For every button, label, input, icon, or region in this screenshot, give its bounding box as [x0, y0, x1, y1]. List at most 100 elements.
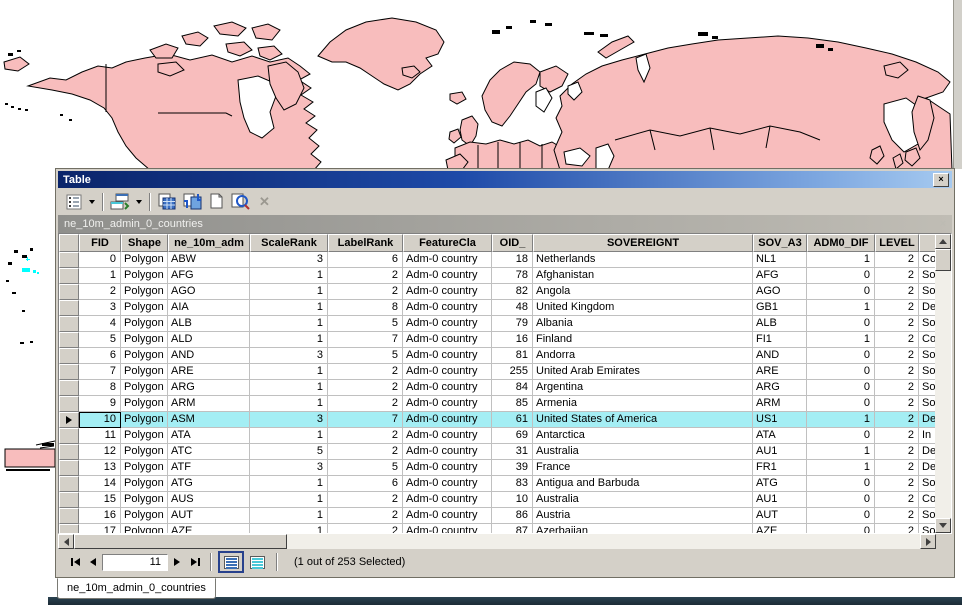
vertical-scrollbar[interactable]: [935, 234, 951, 533]
cell[interactable]: 1: [807, 460, 875, 476]
cell[interactable]: 0: [807, 364, 875, 380]
cell[interactable]: ARE: [753, 364, 807, 380]
cell[interactable]: Adm-0 country: [403, 364, 492, 380]
cell[interactable]: 1: [250, 428, 328, 444]
cell[interactable]: 69: [492, 428, 533, 444]
row-header[interactable]: [59, 284, 79, 300]
cell[interactable]: So: [919, 476, 935, 492]
cell[interactable]: 2: [328, 524, 403, 533]
cell[interactable]: 12: [79, 444, 121, 460]
cell[interactable]: AUS: [168, 492, 250, 508]
column-header-LEVEL[interactable]: LEVEL: [875, 234, 919, 252]
cell[interactable]: 1: [250, 508, 328, 524]
cell[interactable]: Polygon: [121, 284, 168, 300]
cell[interactable]: De: [919, 412, 935, 428]
cell[interactable]: Polygon: [121, 316, 168, 332]
cell[interactable]: Adm-0 country: [403, 492, 492, 508]
scroll-down-button[interactable]: [935, 518, 951, 533]
related-tables-dropdown-icon[interactable]: [136, 200, 142, 204]
show-all-records-button[interactable]: [218, 551, 244, 573]
table-options-button[interactable]: [63, 191, 85, 213]
cell[interactable]: ARM: [168, 396, 250, 412]
cell[interactable]: AZE: [168, 524, 250, 533]
cell[interactable]: Polygon: [121, 268, 168, 284]
last-record-button[interactable]: [186, 553, 204, 571]
cell[interactable]: FI1: [753, 332, 807, 348]
cell[interactable]: United Arab Emirates: [533, 364, 753, 380]
cell[interactable]: ATG: [753, 476, 807, 492]
cell[interactable]: 2: [875, 252, 919, 268]
cell[interactable]: Adm-0 country: [403, 428, 492, 444]
cell[interactable]: ATA: [753, 428, 807, 444]
cell[interactable]: 0: [807, 284, 875, 300]
cell[interactable]: 0: [807, 524, 875, 533]
cell[interactable]: 2: [875, 268, 919, 284]
cell[interactable]: AU1: [753, 444, 807, 460]
cell[interactable]: ALD: [168, 332, 250, 348]
cell[interactable]: 3: [250, 348, 328, 364]
cell[interactable]: 1: [250, 396, 328, 412]
cell[interactable]: 2: [875, 476, 919, 492]
cell[interactable]: 2: [328, 428, 403, 444]
cell[interactable]: Adm-0 country: [403, 460, 492, 476]
cell[interactable]: 1: [250, 364, 328, 380]
cell[interactable]: De: [919, 300, 935, 316]
cell[interactable]: 0: [807, 476, 875, 492]
cell[interactable]: 0: [807, 380, 875, 396]
table-window-titlebar[interactable]: Table ×: [58, 171, 952, 188]
cell[interactable]: 15: [79, 492, 121, 508]
cell[interactable]: 2: [79, 284, 121, 300]
cell[interactable]: AGO: [753, 284, 807, 300]
cell[interactable]: 1: [250, 316, 328, 332]
cell[interactable]: Adm-0 country: [403, 396, 492, 412]
cell[interactable]: Polygon: [121, 300, 168, 316]
row-header[interactable]: [59, 252, 79, 268]
scroll-right-button[interactable]: [920, 534, 936, 549]
cell[interactable]: 85: [492, 396, 533, 412]
cell[interactable]: So: [919, 364, 935, 380]
cell[interactable]: Adm-0 country: [403, 316, 492, 332]
cell[interactable]: So: [919, 284, 935, 300]
cell[interactable]: Adm-0 country: [403, 444, 492, 460]
cell[interactable]: 1: [807, 412, 875, 428]
cell[interactable]: 2: [875, 492, 919, 508]
highlight-selected-button[interactable]: [155, 191, 179, 213]
first-record-button[interactable]: [66, 553, 84, 571]
cell[interactable]: 61: [492, 412, 533, 428]
row-header[interactable]: [59, 300, 79, 316]
cell[interactable]: 81: [492, 348, 533, 364]
cell[interactable]: 1: [807, 444, 875, 460]
cell[interactable]: Antarctica: [533, 428, 753, 444]
cell[interactable]: 1: [807, 332, 875, 348]
cell[interactable]: 1: [250, 524, 328, 533]
cell[interactable]: Polygon: [121, 444, 168, 460]
cell[interactable]: 0: [807, 396, 875, 412]
cell[interactable]: ATG: [168, 476, 250, 492]
cell[interactable]: 4: [79, 316, 121, 332]
cell[interactable]: ATF: [168, 460, 250, 476]
cell[interactable]: 8: [328, 300, 403, 316]
cell[interactable]: 2: [328, 284, 403, 300]
scroll-up-button[interactable]: [935, 234, 951, 249]
cell[interactable]: Polygon: [121, 492, 168, 508]
column-header-ne_10m_adm[interactable]: ne_10m_adm: [168, 234, 250, 252]
cell[interactable]: 7: [79, 364, 121, 380]
cell[interactable]: ASM: [168, 412, 250, 428]
vertical-scroll-thumb[interactable]: [935, 249, 951, 271]
cell[interactable]: 5: [328, 460, 403, 476]
cell[interactable]: Polygon: [121, 396, 168, 412]
cell[interactable]: Adm-0 country: [403, 332, 492, 348]
cell[interactable]: So: [919, 316, 935, 332]
cell[interactable]: Antigua and Barbuda: [533, 476, 753, 492]
cell[interactable]: 2: [328, 268, 403, 284]
cell[interactable]: 17: [79, 524, 121, 533]
cell[interactable]: Polygon: [121, 380, 168, 396]
cell[interactable]: 78: [492, 268, 533, 284]
cell[interactable]: Polygon: [121, 252, 168, 268]
cell[interactable]: Adm-0 country: [403, 412, 492, 428]
row-header[interactable]: [59, 396, 79, 412]
cell[interactable]: 2: [875, 508, 919, 524]
cell[interactable]: 2: [875, 300, 919, 316]
column-header-LabelRank[interactable]: LabelRank: [328, 234, 403, 252]
cell[interactable]: 8: [79, 380, 121, 396]
